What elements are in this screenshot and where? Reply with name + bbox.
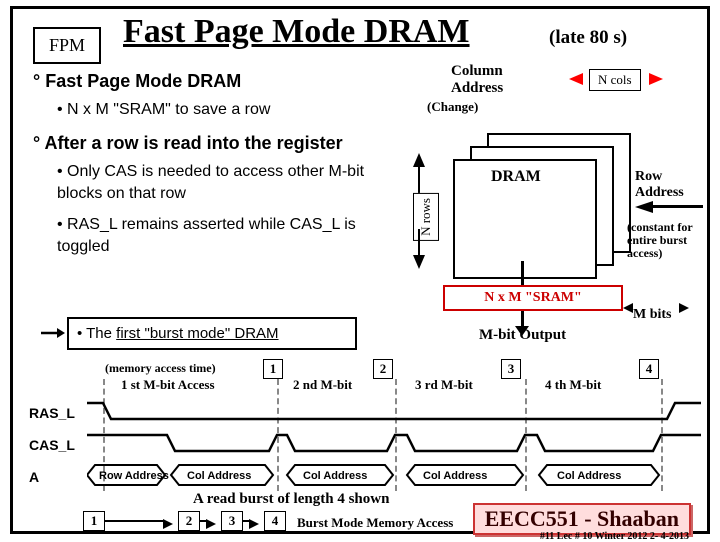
arrow-right-icon bbox=[163, 519, 173, 529]
arrow-left-icon bbox=[623, 303, 633, 313]
change-label: (Change) bbox=[427, 99, 478, 115]
title-era: (late 80 s) bbox=[549, 27, 627, 49]
row-address-label: RowAddress bbox=[635, 169, 684, 201]
line bbox=[418, 229, 420, 255]
signal-label: CAS_L bbox=[29, 437, 75, 453]
col-address-text: Col Address bbox=[303, 470, 367, 482]
arrow-right-icon bbox=[679, 303, 689, 313]
mbit-output-label: M-bit Output bbox=[479, 327, 566, 344]
burst-mode-label: Burst Mode Memory Access bbox=[297, 515, 453, 531]
dram-diagram: ColumnAddress N cols (Change) N rows DRA… bbox=[391, 63, 701, 353]
step-number: 3 bbox=[221, 511, 243, 531]
step-number: 4 bbox=[264, 511, 286, 531]
line bbox=[521, 261, 524, 285]
bullet-item: RAS_L remains asserted while CAS_L is to… bbox=[57, 214, 378, 257]
bullet-item: Only CAS is needed to access other M-bit… bbox=[57, 161, 378, 204]
arrow-up-icon bbox=[413, 153, 425, 167]
step-number: 2 bbox=[178, 511, 200, 531]
bullet-list: Fast Page Mode DRAM N x M "SRAM" to save… bbox=[33, 69, 378, 268]
col-address-text: Col Address bbox=[187, 470, 251, 482]
addr-waveform: Row Address Col Address Col Address Col … bbox=[87, 461, 701, 489]
access-number: 2 bbox=[373, 359, 393, 379]
access-label: 3 rd M-bit bbox=[415, 377, 473, 393]
line bbox=[105, 520, 165, 522]
step-number: 1 bbox=[83, 511, 105, 531]
burst-mode-callout: • The first "burst mode" DRAM bbox=[67, 317, 357, 350]
access-number: 1 bbox=[263, 359, 283, 379]
line bbox=[651, 205, 703, 208]
ras-waveform bbox=[87, 399, 701, 425]
ncols-label: N cols bbox=[589, 69, 641, 91]
bullet-item: N x M "SRAM" to save a row bbox=[57, 99, 378, 121]
arrow-down-icon bbox=[413, 255, 425, 269]
row-address-text: Row Address bbox=[99, 470, 169, 482]
arrow-left-red-icon bbox=[569, 73, 583, 85]
access-label: 1 st M-bit Access bbox=[121, 377, 215, 393]
access-label: 4 th M-bit bbox=[545, 377, 601, 393]
sram-register-box: N x M "SRAM" bbox=[443, 285, 623, 311]
cas-waveform bbox=[87, 431, 701, 457]
arrow-right-icon bbox=[249, 519, 259, 529]
column-address-label: ColumnAddress bbox=[451, 63, 503, 97]
nrows-label: N rows bbox=[413, 193, 439, 241]
bullet-heading: Fast Page Mode DRAM bbox=[33, 69, 378, 93]
callout-text-underline: first "burst mode" DRAM bbox=[116, 325, 278, 342]
burst-caption: A read burst of length 4 shown bbox=[193, 491, 389, 508]
arrow-right-icon bbox=[206, 519, 216, 529]
access-number: 4 bbox=[639, 359, 659, 379]
arrow-right-icon bbox=[41, 327, 65, 339]
timing-diagram: (memory access time) 1 2 3 4 1 st M-bit … bbox=[25, 365, 701, 491]
callout-text: • The bbox=[77, 325, 116, 342]
col-address-text: Col Address bbox=[557, 470, 621, 482]
fpm-badge: FPM bbox=[33, 27, 101, 64]
line bbox=[418, 167, 420, 193]
slide-meta: #11 Lec # 10 Winter 2012 2- 4-2013 bbox=[540, 531, 689, 542]
access-label: 2 nd M-bit bbox=[293, 377, 352, 393]
access-number: 3 bbox=[501, 359, 521, 379]
memory-access-label: (memory access time) bbox=[105, 361, 216, 376]
arrow-right-red-icon bbox=[649, 73, 663, 85]
signal-label: RAS_L bbox=[29, 405, 75, 421]
slide-frame: FPM Fast Page Mode DRAM (late 80 s) Fast… bbox=[10, 6, 710, 534]
bullet-heading: After a row is read into the register bbox=[33, 131, 378, 155]
page-title: Fast Page Mode DRAM bbox=[123, 13, 470, 51]
mbits-label: M bits bbox=[633, 307, 672, 323]
arrow-left-icon bbox=[635, 201, 653, 213]
dram-label: DRAM bbox=[491, 168, 541, 186]
col-address-text: Col Address bbox=[423, 470, 487, 482]
signal-label: A bbox=[29, 469, 39, 485]
constant-note: (constant for entire burst access) bbox=[627, 221, 707, 261]
